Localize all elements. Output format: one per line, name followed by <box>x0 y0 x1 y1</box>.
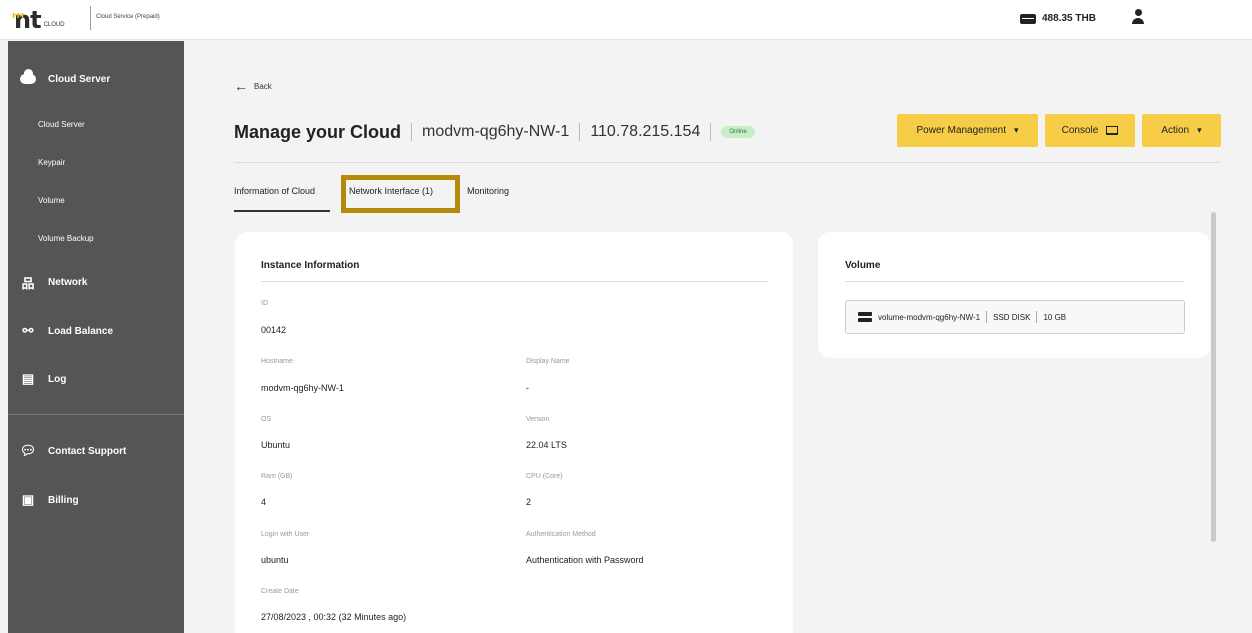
header-divider <box>234 162 1220 163</box>
ram-label: Ram (GB) <box>261 473 293 480</box>
page-title: Manage your Cloud <box>234 121 402 142</box>
chevron-down-icon: ▾ <box>1013 125 1019 135</box>
monitor-icon <box>1106 126 1119 135</box>
os-value: Ubuntu <box>261 440 291 450</box>
display-name-value: - <box>526 383 529 393</box>
sidebar-divider <box>8 414 184 415</box>
back-link[interactable]: ← Back <box>234 78 272 94</box>
volume-size: 10 GB <box>1043 312 1067 322</box>
instance-name: modvm-qg6hy-NW-1 <box>422 123 570 140</box>
volume-name: volume-modvm-qg6hy-NW-1 <box>878 312 981 322</box>
sidebar-subitem-cloud-server[interactable]: Cloud Server <box>38 120 85 129</box>
tab-highlight-box <box>341 175 460 213</box>
volume-type: SSD DISK <box>993 312 1031 322</box>
tab-information-of-cloud[interactable]: Information of Cloud <box>234 186 315 196</box>
sidebar-item-cloud-server[interactable]: Cloud Server <box>20 69 110 86</box>
version-label: Version <box>526 416 550 423</box>
arrow-left-icon: ← <box>234 78 248 94</box>
sidebar: Cloud Server Cloud Server Keypair Volume… <box>8 41 184 633</box>
chat-icon: 💬︎ <box>19 443 37 458</box>
tab-monitoring[interactable]: Monitoring <box>467 186 509 196</box>
service-label: Cloud Service (Prepaid) <box>96 14 160 20</box>
balance-amount: 488.35 THB <box>1042 13 1096 24</box>
cloud-icon <box>20 69 36 86</box>
top-bar: ı·ı·ı nt CLOUD Cloud Service (Prepaid) 4… <box>0 0 1252 40</box>
sidebar-item-billing[interactable]: ▣ Billing <box>20 492 79 507</box>
instance-info-heading: Instance Information <box>261 260 360 271</box>
chevron-down-icon: ▾ <box>1197 125 1202 135</box>
user-icon[interactable] <box>1132 9 1144 25</box>
logo-dots-icon: ı·ı·ı <box>12 11 24 21</box>
os-label: OS <box>261 416 272 423</box>
volume-heading: Volume <box>845 260 881 271</box>
sidebar-subitem-keypair[interactable]: Keypair <box>38 158 65 167</box>
share-icon: ⚯ <box>22 323 34 338</box>
clipboard-icon: ▤ <box>21 371 35 386</box>
sidebar-item-load-balance[interactable]: ⚯ Load Balance <box>20 323 113 338</box>
power-management-button[interactable]: Power Management ▾ <box>897 114 1038 147</box>
sidebar-item-log[interactable]: ▤ Log <box>20 371 66 386</box>
login-user-value: ubuntu <box>261 555 289 565</box>
display-name-label: Display Name <box>526 358 570 365</box>
volume-card: Volume <box>818 232 1210 358</box>
login-user-label: Login with User <box>261 531 310 538</box>
balance-display[interactable]: 488.35 THB <box>1020 13 1096 24</box>
create-date-value: 27/08/2023 , 00:32 (32 Minutes ago) <box>261 612 407 622</box>
id-label: ID <box>261 300 268 307</box>
sidebar-item-network[interactable]: 品 Network <box>20 275 87 291</box>
page-header: Manage your Cloud modvm-qg6hy-NW-1 110.7… <box>234 120 755 144</box>
cpu-label: CPU (Core) <box>526 473 563 480</box>
instance-ip: 110.78.215.154 <box>590 123 701 140</box>
hostname-label: Hostname <box>261 358 293 365</box>
auth-method-value: Authentication with Password <box>526 555 644 565</box>
hostname-value: modvm-qg6hy-NW-1 <box>261 383 344 393</box>
action-button[interactable]: Action ▾ <box>1142 114 1221 147</box>
id-value: 00142 <box>261 325 287 335</box>
sidebar-subitem-volume[interactable]: Volume <box>38 196 65 205</box>
auth-method-label: Authentication Method <box>526 531 596 538</box>
create-date-label: Create Date <box>261 588 299 595</box>
version-value: 22.04 LTS <box>526 440 567 450</box>
status-badge: Online <box>721 126 755 138</box>
logo-divider <box>90 6 91 30</box>
active-tab-indicator <box>234 210 330 212</box>
sidebar-subitem-volume-backup[interactable]: Volume Backup <box>38 234 94 243</box>
volume-item[interactable]: volume-modvm-qg6hy-NW-1 SSD DISK 10 GB <box>845 300 1185 334</box>
network-icon: 品 <box>21 275 35 291</box>
nt-cloud-logo[interactable]: ı·ı·ı nt CLOUD <box>12 8 65 32</box>
disk-icon <box>858 312 872 322</box>
wallet-icon <box>1020 13 1036 24</box>
bill-icon: ▣ <box>21 492 35 507</box>
scrollbar[interactable] <box>1211 212 1216 542</box>
cpu-value: 2 <box>526 497 532 507</box>
console-button[interactable]: Console <box>1045 114 1135 147</box>
sidebar-item-contact-support[interactable]: 💬︎ Contact Support <box>19 443 127 458</box>
instance-info-card: Instance Information ID 00142 Hostname m… <box>235 232 793 633</box>
ram-value: 4 <box>261 497 267 507</box>
